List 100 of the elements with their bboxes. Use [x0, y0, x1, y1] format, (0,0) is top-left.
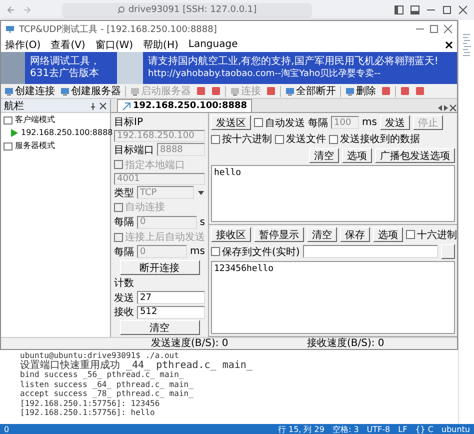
tree-item[interactable]: 客户端模式: [15, 114, 55, 125]
action-button[interactable]: 暂停显示: [254, 227, 304, 242]
checkbox[interactable]: 十六进制: [406, 228, 457, 242]
unit-label: ms: [190, 246, 205, 258]
field-label: 每隔: [308, 116, 328, 130]
status-text: 接收速度(B/S): 0: [306, 338, 386, 349]
field-label: 每隔: [114, 216, 134, 230]
checkbox[interactable]: 按十六进制: [211, 132, 272, 146]
action-button[interactable]: 清空: [307, 227, 337, 242]
receive-area-button[interactable]: 接收区: [211, 227, 251, 242]
browse-button[interactable]: [441, 244, 455, 259]
tab[interactable]: 192.168.250.100:8888: [117, 99, 252, 112]
terminal-line: [192.168.250.1:57756]: hello: [20, 408, 156, 418]
terminal-line: accept success _78_ pthread.c_ main_: [20, 389, 194, 398]
action-button[interactable]: 发送: [380, 115, 410, 130]
send-area-button[interactable]: 发送区: [211, 115, 251, 130]
toolbar-button[interactable]: 全部断开: [284, 84, 337, 98]
status-item[interactable]: {} C: [415, 424, 434, 434]
checkbox[interactable]: 发送接收到的数据: [329, 132, 420, 146]
action-button[interactable]: 清空: [309, 148, 339, 163]
close-icon: [99, 102, 107, 110]
menu-item[interactable]: 帮助(H): [143, 38, 178, 52]
toolbar-icon[interactable]: [414, 86, 426, 96]
dropdown-icon: [197, 188, 205, 196]
layout-icon: [410, 5, 420, 15]
status-text: 发送速度(B/S): 0: [150, 338, 230, 349]
tree-item[interactable]: 192.168.250.100:8888: [21, 128, 113, 137]
monitor-icon: [130, 86, 140, 96]
close-icon: [445, 40, 453, 48]
terminal-line: ubuntu@ubuntu:drive93091$ ./a.out: [20, 351, 180, 360]
banner-text: 请支持国内航空工业,有您的支持,国产军用民用飞机必将翱翔蓝天!: [148, 56, 440, 68]
disconnect-button[interactable]: 断开连接: [120, 260, 200, 275]
search-icon: [117, 6, 126, 14]
banner-text: 网络调试工具，631去广告版本: [25, 52, 117, 84]
terminal-line: [192.168.250.1:57756]: 123456: [20, 398, 161, 408]
terminal-line: 设置端口快速重用成功 _44_ pthread.c_ main_: [20, 360, 254, 370]
toolbar-button[interactable]: 删除: [344, 84, 377, 98]
count-field[interactable]: 512: [137, 306, 205, 319]
toolbar-icon[interactable]: [265, 86, 277, 96]
close-icon: [449, 104, 457, 112]
terminal-line: listen success _64_ pthread.c_ main_: [20, 380, 194, 389]
search-field[interactable]: drive93091 [SSH: 127.0.0.1]: [62, 2, 312, 18]
photo-placeholder: [117, 52, 143, 84]
close-icon: [458, 5, 468, 15]
monitor-icon: [230, 86, 240, 96]
field-label: 目标IP: [114, 116, 144, 129]
action-button[interactable]: 保存: [340, 227, 370, 242]
status-item[interactable]: UTF-8: [366, 424, 390, 434]
action-button[interactable]: 选项: [373, 227, 403, 242]
checkbox[interactable]: 保存到文件(实时): [211, 244, 300, 258]
action-button[interactable]: 选项: [342, 148, 372, 163]
monitor-icon: [60, 86, 70, 96]
menu-item[interactable]: 操作(O): [5, 38, 41, 52]
send-text-area[interactable]: hello: [211, 165, 455, 222]
unit-label: s: [200, 216, 205, 228]
window-title: TCP&UDP测试工具 - [192.168.250.100:8888]: [19, 24, 217, 36]
unit-label: ms: [362, 117, 377, 128]
clear-button[interactable]: 清空: [120, 320, 200, 336]
field-label: 类型: [114, 186, 134, 200]
monitor-icon: [285, 86, 295, 96]
menu-item[interactable]: 查看(V): [50, 38, 86, 52]
toolbar-icon[interactable]: [195, 86, 207, 96]
menu-item[interactable]: 窗口(W): [95, 38, 134, 52]
panel-title: 航栏: [4, 100, 24, 112]
banner-text: http://yahobaby.taobao.com--淘宝Yaho贝比孕婴专卖--: [148, 68, 382, 80]
action-button[interactable]: 广播包发送选项: [375, 148, 455, 163]
field-label: 接收: [114, 306, 134, 320]
monitor-icon: [4, 86, 14, 96]
tree-item[interactable]: 服务器模式: [15, 140, 55, 151]
photo-placeholder: [1, 52, 25, 84]
field-label: 目标端口: [114, 144, 154, 157]
field-label: 每隔: [114, 246, 134, 259]
minimap-drawing: [462, 34, 470, 57]
status-item[interactable]: 行 15, 列 29: [278, 424, 324, 434]
terminal-line: bind success _56_ pthread.c_ main_: [20, 370, 184, 380]
toolbar-icon[interactable]: [380, 86, 392, 96]
toolbar-button[interactable]: 创建连接: [3, 84, 56, 98]
status-item[interactable]: 0: [4, 424, 10, 434]
toolbar-icon[interactable]: [210, 86, 222, 96]
toolbar-button[interactable]: 创建服务器: [59, 84, 122, 98]
close-icon: [443, 24, 453, 34]
toolbar-icon[interactable]: [399, 86, 411, 96]
arrow-right-icon: [22, 5, 32, 15]
status-item[interactable]: ubuntu: [442, 424, 470, 434]
status-item[interactable]: LF: [398, 424, 408, 434]
monitor-icon: [345, 86, 355, 96]
layout-icon: [394, 5, 404, 15]
network-icon: [5, 24, 15, 34]
pin-icon: [89, 102, 97, 110]
group-title: 计数: [114, 276, 135, 290]
file-path-field[interactable]: [302, 245, 438, 258]
count-field[interactable]: 27: [137, 291, 205, 304]
field-label: 发送: [114, 292, 134, 305]
arrow-left-icon: [6, 5, 16, 15]
receive-text-area[interactable]: 123456hello: [211, 261, 455, 334]
menu-item[interactable]: Language: [188, 39, 238, 50]
checkbox[interactable]: 自动发送: [254, 116, 305, 130]
checkbox[interactable]: 发送文件: [275, 132, 326, 146]
play-icon: [9, 128, 19, 138]
status-item[interactable]: 空格: 3: [332, 424, 359, 434]
